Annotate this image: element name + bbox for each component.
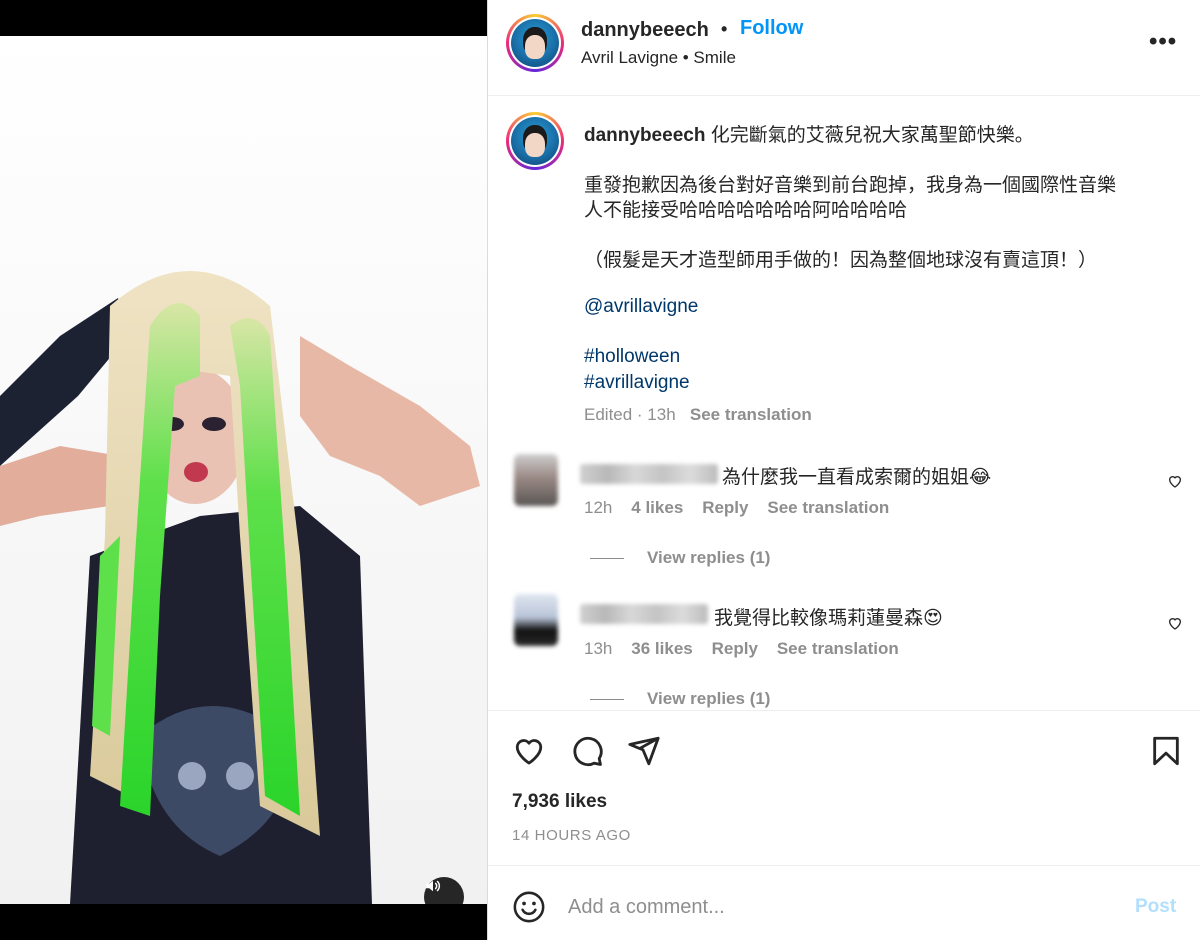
caption-username[interactable]: dannybeeech	[584, 125, 705, 146]
comment-time: 12h	[584, 498, 613, 517]
comment-meta: 12h 4 likes Reply See translation	[584, 498, 889, 518]
hashtag-link-avrillavigne[interactable]: #avrillavigne	[584, 372, 690, 394]
audio-track-link[interactable]: Avril Lavigne • Smile	[581, 48, 736, 68]
post-header: dannybeeech • Follow Avril Lavigne • Smi…	[488, 0, 1200, 96]
share-icon[interactable]	[627, 734, 661, 768]
comment-username-blurred[interactable]	[580, 464, 718, 484]
comment-username-blurred[interactable]	[580, 604, 708, 624]
comment-see-translation[interactable]: See translation	[777, 639, 899, 658]
post-comment-button[interactable]: Post	[1135, 896, 1176, 918]
post-actions: 7,936 likes 14 HOURS AGO	[488, 710, 1200, 865]
replies-divider	[590, 699, 624, 700]
comment-composer: Post	[488, 865, 1200, 940]
caption-text-2: 重發抱歉因為後台對好音樂到前台跑掉，我身為一個國際性音樂	[584, 175, 1117, 196]
separator-dot: •	[721, 19, 728, 39]
view-replies-button[interactable]: View replies (1)	[647, 548, 770, 568]
post-time: 14 HOURS AGO	[512, 827, 631, 844]
comment-input[interactable]	[568, 892, 1088, 922]
author-avatar[interactable]	[506, 14, 564, 72]
author-username[interactable]: dannybeeech	[581, 19, 709, 42]
like-count[interactable]: 7,936 likes	[512, 791, 607, 813]
emoji-icon[interactable]	[512, 890, 546, 924]
comment-reply-button[interactable]: Reply	[712, 639, 758, 658]
caption-meta: Edited · 13h See translation	[584, 405, 812, 425]
caption-first-line: dannybeeech 化完斷氣的艾薇兒祝大家萬聖節快樂。	[584, 120, 1034, 147]
comment-time: 13h	[584, 639, 613, 658]
video-player[interactable]	[0, 36, 487, 904]
replies-divider	[590, 558, 624, 559]
comment-likes[interactable]: 4 likes	[631, 498, 683, 517]
comment-reply-button[interactable]: Reply	[702, 498, 748, 517]
heart-icon[interactable]	[512, 734, 546, 768]
caption-see-translation[interactable]: See translation	[690, 405, 812, 424]
comment-avatar[interactable]	[514, 454, 558, 506]
comment-text: 我覺得比較像瑪莉蓮曼森😍	[714, 608, 943, 629]
media-pane	[0, 0, 487, 940]
post-panel: dannybeeech • Follow Avril Lavigne • Smi…	[487, 0, 1200, 940]
follow-button[interactable]: Follow	[740, 17, 803, 40]
comment-icon[interactable]	[570, 734, 604, 768]
hashtag-link-holloween[interactable]: #holloween	[584, 346, 680, 368]
caption-edited-time: Edited · 13h	[584, 405, 676, 424]
view-replies-button[interactable]: View replies (1)	[647, 689, 770, 709]
caption-text-4: （假髮是天才造型師用手做的！因為整個地球沒有賣這頂！）	[584, 250, 1098, 271]
comment-like-icon[interactable]	[1167, 473, 1183, 489]
video-frame-illustration	[0, 36, 487, 904]
caption-avatar[interactable]	[506, 112, 564, 170]
comment-see-translation[interactable]: See translation	[767, 498, 889, 517]
caption-text-3: 人不能接受哈哈哈哈哈哈哈阿哈哈哈哈	[584, 200, 908, 221]
speaker-icon	[426, 880, 441, 892]
more-options-button[interactable]: •••	[1149, 28, 1177, 56]
comment-likes[interactable]: 36 likes	[631, 639, 692, 658]
caption-text-1: 化完斷氣的艾薇兒祝大家萬聖節快樂。	[710, 125, 1034, 146]
bookmark-icon[interactable]	[1149, 734, 1183, 768]
comment-text: 為什麼我一直看成索爾的姐姐😂	[722, 467, 992, 488]
comments-list[interactable]: dannybeeech 化完斷氣的艾薇兒祝大家萬聖節快樂。 重發抱歉因為後台對好…	[488, 96, 1200, 710]
instagram-post-dialog: dannybeeech • Follow Avril Lavigne • Smi…	[0, 0, 1200, 940]
comment-meta: 13h 36 likes Reply See translation	[584, 639, 899, 659]
comment-like-icon[interactable]	[1167, 615, 1183, 631]
comment-avatar[interactable]	[514, 594, 558, 646]
mention-link[interactable]: @avrillavigne	[584, 296, 698, 318]
